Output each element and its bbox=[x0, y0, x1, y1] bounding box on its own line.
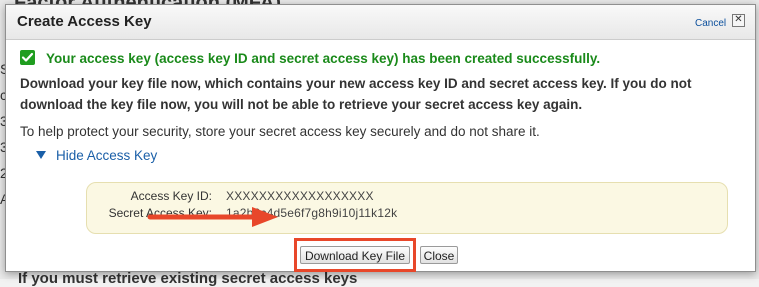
cancel-link[interactable]: Cancel bbox=[695, 18, 726, 29]
access-key-id-label: Access Key ID: bbox=[130, 189, 212, 203]
access-key-id-value: XXXXXXXXXXXXXXXXXX bbox=[226, 189, 374, 203]
success-message: Your access key (access key ID and secre… bbox=[46, 51, 601, 66]
close-button[interactable]: Close bbox=[420, 246, 458, 264]
arrow-right-icon bbox=[147, 207, 278, 227]
close-icon[interactable]: ✕ bbox=[732, 14, 745, 27]
hide-access-key-label: Hide Access Key bbox=[56, 148, 158, 163]
triangle-down-icon bbox=[36, 151, 46, 159]
hide-access-key-toggle[interactable]: Hide Access Key bbox=[36, 148, 157, 163]
checkmark-icon bbox=[20, 50, 35, 65]
security-note: To help protect your security, store you… bbox=[20, 124, 540, 139]
create-access-key-dialog: Create Access Key Cancel ✕ Your access k… bbox=[5, 4, 756, 272]
dialog-body: Your access key (access key ID and secre… bbox=[6, 40, 755, 272]
download-warning-message: Download your key file now, which contai… bbox=[20, 76, 692, 112]
dialog-title: Create Access Key bbox=[17, 13, 152, 30]
dialog-header: Create Access Key Cancel ✕ bbox=[6, 5, 755, 40]
annotation-highlight-box bbox=[294, 238, 416, 272]
